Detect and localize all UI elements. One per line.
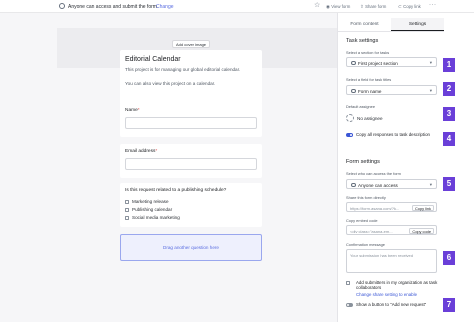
chevron-down-icon: ▾	[429, 87, 432, 93]
copy-link-button[interactable]: Copy link	[411, 204, 434, 211]
email-field[interactable]	[125, 158, 257, 170]
panel-tabs: Form content Settings	[338, 18, 444, 32]
copy-responses-toggle[interactable]	[346, 133, 353, 137]
share-label: Share this form directly	[346, 195, 386, 200]
access-select[interactable]: Anyone can access ▾	[346, 179, 437, 189]
step-badge: 7	[443, 298, 455, 312]
form-header-card[interactable]: Editorial Calendar This project is for m…	[120, 50, 262, 105]
assignee-value[interactable]: No assignee	[357, 116, 383, 121]
checkbox[interactable]	[125, 199, 129, 204]
step-badge: 3	[443, 107, 455, 121]
chevron-down-icon: ▾	[429, 59, 432, 65]
name-field[interactable]	[125, 117, 257, 129]
change-link[interactable]: Change	[156, 4, 174, 10]
question-card-email[interactable]: Email address*	[120, 144, 262, 178]
checkbox[interactable]	[125, 215, 129, 220]
form-description-secondary: You can also view this project on a cale…	[125, 81, 216, 86]
embed-code-field[interactable]: <div class="asana-em... Copy code	[346, 225, 437, 235]
globe-icon	[59, 3, 65, 9]
collaborators-checkbox[interactable]	[346, 281, 350, 285]
chevron-down-icon: ▾	[429, 181, 432, 187]
tab-settings[interactable]: Settings	[391, 18, 444, 31]
question-card-schedule[interactable]: Is this request related to a publishing …	[120, 183, 262, 227]
top-bar: Anyone can access and submit the form. C…	[0, 0, 474, 13]
settings-panel: Form content Settings Task settings Sele…	[337, 13, 444, 322]
collaborators-label: Add submitters in my organization as tas…	[356, 280, 438, 291]
question-label: Name*	[125, 108, 140, 113]
embed-label: Copy embed code	[346, 218, 378, 223]
star-icon[interactable]: ☆	[314, 2, 320, 10]
access-label: Select who can access the form	[346, 171, 401, 176]
form-description: This project is for managing our global …	[125, 67, 241, 72]
view-form-button[interactable]: ◉ View form	[326, 3, 350, 10]
step-badge: 5	[443, 177, 455, 191]
share-url-field[interactable]: https://form.asana.com/?k... Copy link	[346, 202, 437, 212]
step-badge: 2	[443, 82, 455, 96]
question-label: Email address*	[125, 149, 158, 154]
link-icon: ⊂	[398, 3, 402, 9]
assignee-label: Default assignee	[346, 104, 375, 109]
form-canvas: Add cover image Editorial Calendar This …	[0, 13, 337, 322]
question-label: Is this request related to a publishing …	[125, 188, 227, 193]
add-cover-image-button[interactable]: Add cover image	[172, 40, 211, 48]
eye-icon: ◉	[326, 3, 330, 9]
share-form-button[interactable]: ⇧ Share form	[360, 3, 386, 10]
more-options-icon[interactable]: ···	[429, 2, 437, 8]
form-title[interactable]: Editorial Calendar	[125, 56, 181, 63]
copy-link-button[interactable]: ⊂ Copy link	[398, 3, 421, 10]
confirm-label: Confirmation message	[346, 242, 385, 247]
globe-icon	[351, 182, 356, 187]
checkbox-option[interactable]: Marketing release	[125, 199, 169, 204]
form-settings-title: Form settings	[346, 159, 380, 165]
section-label: Select a section for tasks	[346, 50, 390, 55]
copy-code-button[interactable]: Copy code	[409, 227, 434, 234]
add-new-request-toggle[interactable]	[346, 303, 353, 307]
checkbox-option[interactable]: Social media marketing	[125, 215, 180, 220]
step-badge: 6	[443, 251, 455, 265]
share-icon: ⇧	[360, 3, 364, 9]
drag-question-dropzone[interactable]: Drag another question here	[120, 234, 262, 261]
field-icon	[351, 88, 356, 93]
tab-form-content[interactable]: Form content	[338, 18, 391, 31]
checkbox[interactable]	[125, 207, 129, 212]
title-field-label: Select a field for task titles	[346, 77, 392, 82]
step-badge: 4	[443, 132, 455, 146]
step-badge: 1	[443, 58, 455, 72]
title-field-select[interactable]: Form name ▾	[346, 85, 437, 95]
add-new-request-label: Show a button to "Add new request"	[356, 302, 427, 307]
change-share-setting-link[interactable]: Change share setting to enable	[356, 292, 417, 297]
checkbox-option[interactable]: Publishing calendar	[125, 207, 172, 212]
task-settings-title: Task settings	[346, 38, 379, 44]
confirmation-message-textarea[interactable]: Your submission has been received	[346, 249, 437, 273]
assignee-icon[interactable]	[346, 114, 354, 122]
section-icon	[351, 60, 356, 65]
access-text: Anyone can access and submit the form.	[68, 4, 159, 10]
section-select[interactable]: First project section ▾	[346, 57, 437, 67]
question-card-name[interactable]: Name*	[120, 103, 262, 137]
copy-responses-label: Copy all responses to task description	[356, 132, 430, 137]
